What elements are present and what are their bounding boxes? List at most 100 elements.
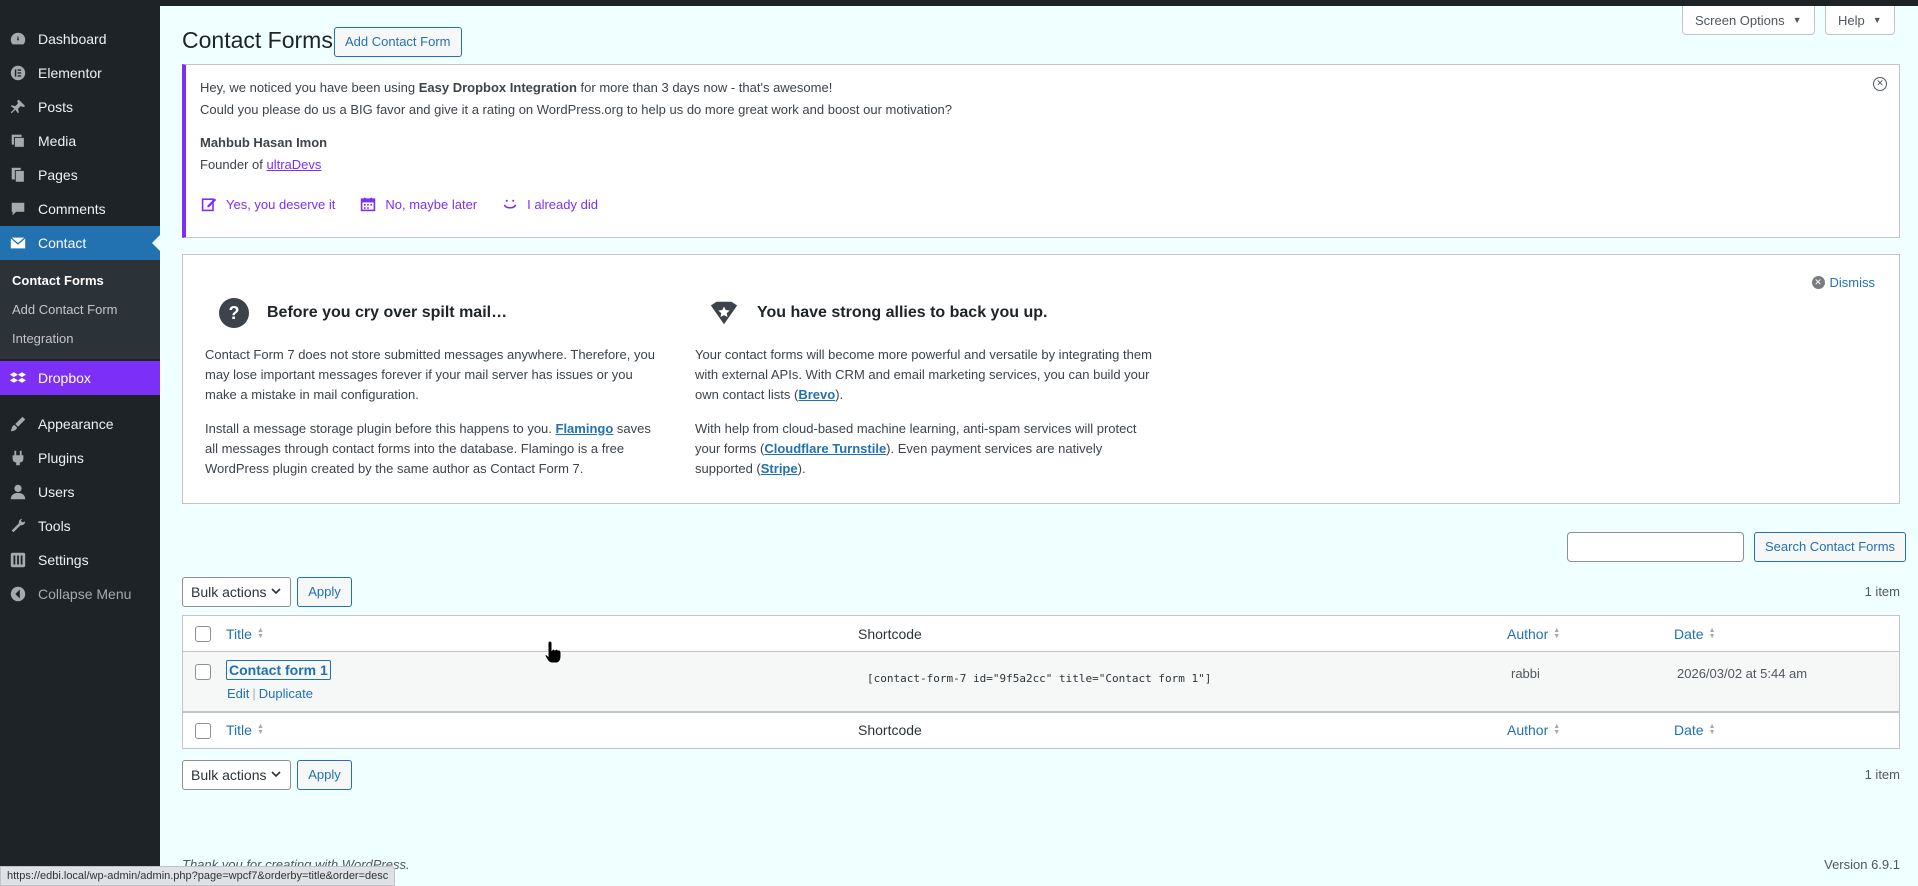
column-title-sort[interactable]: Title ▲ ▼ (226, 626, 264, 642)
welcome-heading: ? Before you cry over spilt mail… (205, 295, 665, 331)
duplicate-link[interactable]: Duplicate (259, 686, 313, 701)
sidebar-item-contact[interactable]: Contact (0, 226, 160, 260)
rate-later-link[interactable]: No, maybe later (359, 195, 477, 213)
user-icon (8, 482, 28, 502)
add-contact-form-button[interactable]: Add Contact Form (334, 27, 462, 57)
items-count-bottom: 1 item (1864, 767, 1900, 782)
sidebar-item-label: Media (38, 133, 77, 149)
screen-options-label: Screen Options (1695, 12, 1785, 28)
row-checkbox[interactable] (195, 664, 211, 680)
search-input[interactable] (1567, 532, 1744, 562)
column-date-sort[interactable]: Date ▲ ▼ (1674, 626, 1716, 642)
sidebar-item-settings[interactable]: Settings (0, 543, 160, 577)
plugin-name: Easy Dropbox Integration (418, 80, 577, 95)
sidebar-item-tools[interactable]: Tools (0, 509, 160, 543)
apply-button-bottom[interactable]: Apply (297, 760, 352, 790)
sidebar-item-elementor[interactable]: Elementor (0, 56, 160, 90)
sort-icon: ▲ ▼ (1553, 723, 1561, 736)
sidebar-item-label: Dashboard (38, 31, 107, 47)
chevron-down-icon (270, 767, 282, 783)
sidebar-item-media[interactable]: Media (0, 124, 160, 158)
help-button[interactable]: Help ▼ (1825, 6, 1895, 35)
notice-author: Mahbub Hasan Imon (200, 132, 1885, 154)
column-title-sort[interactable]: Title ▲ ▼ (226, 722, 264, 738)
calendar-icon (359, 195, 377, 213)
dismiss-button[interactable]: ✕ Dismiss (1811, 275, 1875, 290)
ultradevs-link[interactable]: ultraDevs (267, 157, 322, 172)
sidebar-item-label: Elementor (38, 65, 102, 81)
bulk-actions-label: Bulk actions (191, 584, 267, 600)
bulk-actions-select[interactable]: Bulk actions (182, 577, 291, 607)
caret-down-icon: ▼ (1872, 15, 1882, 25)
form-title-link[interactable]: Contact form 1 (226, 660, 331, 680)
sidebar-item-appearance[interactable]: Appearance (0, 407, 160, 441)
welcome-paragraph: Your contact forms will become more powe… (695, 345, 1155, 405)
column-author-sort[interactable]: Author ▲ ▼ (1507, 722, 1560, 738)
screen-options-button[interactable]: Screen Options ▼ (1682, 6, 1815, 35)
select-all-checkbox[interactable] (195, 723, 211, 739)
help-label: Help (1838, 12, 1865, 28)
welcome-paragraph: Install a message storage plugin before … (205, 419, 665, 479)
table-header: Title ▲ ▼ Shortcode Author ▲ ▼ Date ▲ ▼ (183, 616, 1899, 652)
sidebar-item-users[interactable]: Users (0, 475, 160, 509)
stripe-link[interactable]: Stripe (761, 461, 798, 476)
admin-bar (0, 0, 1918, 6)
notice-text: for more than 3 days now - that's awesom… (576, 80, 833, 95)
brevo-link[interactable]: Brevo (798, 387, 835, 402)
edit-link[interactable]: Edit (227, 686, 249, 701)
welcome-heading: You have strong allies to back you up. (695, 295, 1155, 331)
notice-actions: Yes, you deserve it No, maybe later I al… (200, 195, 1885, 213)
submenu-contact-forms[interactable]: Contact Forms (0, 266, 160, 295)
search-contact-forms-button[interactable]: Search Contact Forms (1754, 532, 1907, 562)
action-label: Yes, you deserve it (226, 196, 336, 212)
sidebar-item-plugins[interactable]: Plugins (0, 441, 160, 475)
collapse-menu-button[interactable]: Collapse Menu (0, 577, 160, 611)
separator: | (252, 686, 256, 701)
shield-star-icon (709, 298, 739, 328)
row-actions: Edit | Duplicate (227, 686, 313, 701)
sidebar-item-dashboard[interactable]: Dashboard (0, 22, 160, 56)
notice-line1: Hey, we noticed you have been using Easy… (200, 77, 1885, 99)
flamingo-link[interactable]: Flamingo (556, 421, 614, 436)
submenu-integration[interactable]: Integration (0, 324, 160, 353)
sidebar-item-label: Tools (38, 518, 71, 534)
rating-notice: Hey, we noticed you have been using Easy… (182, 64, 1900, 238)
author-cell: rabbi (1511, 666, 1540, 681)
media-icon (8, 131, 28, 151)
table-row: Contact form 1 Edit | Duplicate [contact-f… (183, 652, 1899, 712)
date-cell: 2026/03/02 at 5:44 am (1677, 666, 1808, 681)
author-name: Mahbub Hasan Imon (200, 135, 328, 150)
footer-version: Version 6.9.1 (1824, 857, 1900, 872)
rate-yes-link[interactable]: Yes, you deserve it (200, 195, 335, 213)
sort-icon: ▲ ▼ (1708, 627, 1716, 640)
sidebar-item-label: Appearance (38, 416, 114, 432)
settings-icon (8, 550, 28, 570)
cloudflare-turnstile-link[interactable]: Cloudflare Turnstile (764, 441, 886, 456)
shortcode-text[interactable]: [contact-form-7 id="9f5a2cc" title="Cont… (867, 672, 1211, 685)
sidebar-item-pages[interactable]: Pages (0, 158, 160, 192)
collapse-label: Collapse Menu (38, 586, 132, 602)
bulk-actions-select-bottom[interactable]: Bulk actions (182, 760, 291, 790)
sidebar-item-posts[interactable]: Posts (0, 90, 160, 124)
column-author-sort[interactable]: Author ▲ ▼ (1507, 626, 1560, 642)
sidebar-item-label: Settings (38, 552, 89, 568)
column-date-sort[interactable]: Date ▲ ▼ (1674, 722, 1716, 738)
items-count: 1 item (1864, 584, 1900, 599)
contact-forms-table: Title ▲ ▼ Shortcode Author ▲ ▼ Date ▲ ▼ Con… (182, 615, 1900, 749)
sidebar-item-label: Comments (38, 201, 106, 217)
submenu-add-contact-form[interactable]: Add Contact Form (0, 295, 160, 324)
page-title: Contact Forms (182, 27, 333, 53)
column-shortcode: Shortcode (858, 626, 922, 642)
sidebar-item-dropbox[interactable]: Dropbox (0, 361, 160, 395)
column-label: Date (1674, 626, 1704, 642)
apply-button[interactable]: Apply (297, 577, 352, 607)
rate-done-link[interactable]: I already did (501, 195, 598, 213)
dismiss-notice-icon[interactable]: ✕ (1873, 77, 1887, 91)
sort-icon: ▲ ▼ (256, 627, 264, 640)
select-all-checkbox[interactable] (195, 626, 211, 642)
bulk-actions-label: Bulk actions (191, 767, 267, 783)
column-label: Author (1507, 722, 1549, 738)
para-text: ). (835, 387, 844, 402)
para-text: ). (797, 461, 806, 476)
sidebar-item-comments[interactable]: Comments (0, 192, 160, 226)
